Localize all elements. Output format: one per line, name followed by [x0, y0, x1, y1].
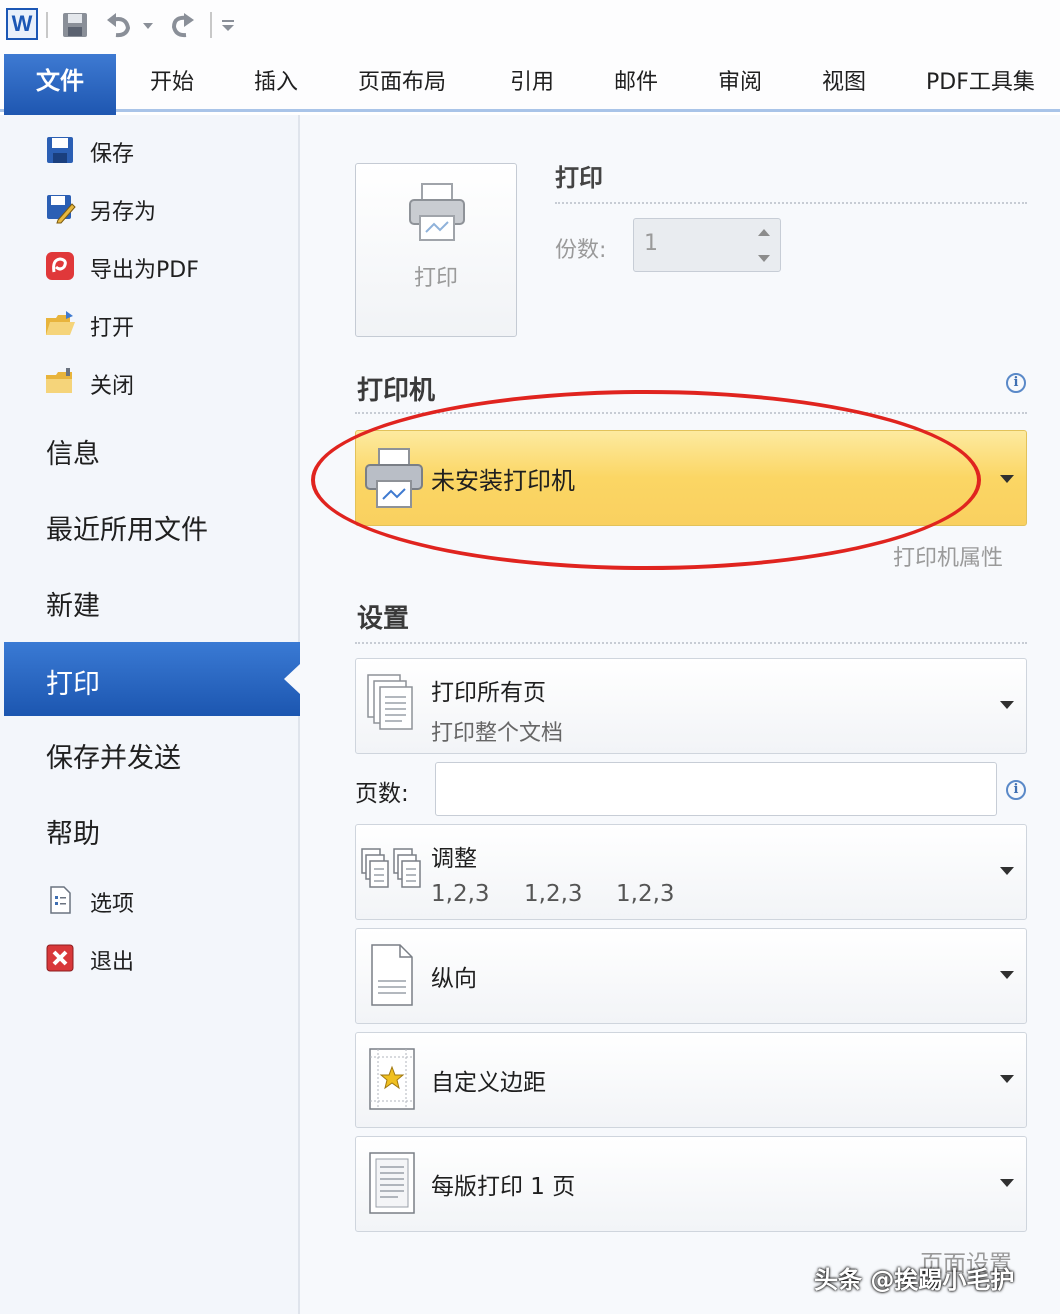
- single-page-icon: [369, 1152, 415, 1214]
- exit-icon: [46, 944, 74, 972]
- nav-open[interactable]: 打开: [44, 304, 284, 344]
- print-heading: 打印: [555, 164, 603, 192]
- chevron-down-icon: [1000, 867, 1014, 875]
- nav-tab-print[interactable]: 打印: [4, 642, 300, 716]
- copies-stepper[interactable]: 1: [633, 218, 781, 272]
- nav-exit[interactable]: 退出: [44, 938, 284, 978]
- save-as-icon: [47, 195, 76, 224]
- pages-input[interactable]: [435, 762, 997, 816]
- customize-toolbar-icon[interactable]: [218, 10, 238, 40]
- nav-close-label: 关闭: [90, 374, 135, 399]
- chevron-down-icon: [1000, 1075, 1014, 1083]
- pages-label: 页数:: [355, 781, 409, 807]
- nav-tab-print-label: 打印: [46, 669, 100, 700]
- close-folder-icon: [46, 368, 72, 393]
- tab-mailings[interactable]: 邮件: [614, 64, 658, 96]
- word-logo-icon[interactable]: W: [6, 8, 38, 40]
- pages-stack-icon: [367, 674, 413, 730]
- save-icon[interactable]: [60, 10, 90, 40]
- printer-heading: 打印机: [357, 376, 436, 406]
- portrait-page-icon: [371, 944, 413, 1006]
- copies-value: 1: [644, 231, 658, 256]
- settings-heading: 设置: [357, 604, 410, 634]
- copies-label: 份数:: [555, 238, 607, 263]
- nav-tab-help[interactable]: 帮助: [46, 812, 100, 851]
- pages-per-sheet-dropdown[interactable]: 每版打印 1 页: [355, 1136, 1027, 1232]
- nav-save-as[interactable]: 另存为: [44, 188, 284, 228]
- info-icon[interactable]: i: [1006, 373, 1026, 393]
- ribbon-tab-row: 文件 开始 插入 页面布局 引用 邮件 审阅 视图 PDF工具集: [0, 50, 1060, 116]
- chevron-down-icon: [1000, 475, 1014, 483]
- printer-icon: [409, 183, 465, 241]
- toolbar-separator: [46, 12, 48, 38]
- nav-save-as-label: 另存为: [90, 200, 157, 225]
- collate-title: 调整: [431, 846, 477, 872]
- chevron-down-icon: [1000, 971, 1014, 979]
- chevron-down-icon: [1000, 1179, 1014, 1187]
- active-tab-notch: [284, 664, 300, 694]
- custom-margins-icon: [369, 1048, 415, 1110]
- nav-tab-recent[interactable]: 最近所用文件: [46, 508, 208, 547]
- tab-review[interactable]: 审阅: [718, 64, 762, 96]
- spin-down-icon[interactable]: [758, 255, 770, 262]
- tab-pdf-tools[interactable]: PDF工具集: [926, 64, 1035, 96]
- nav-tab-info[interactable]: 信息: [46, 432, 100, 471]
- chevron-down-icon: [1000, 701, 1014, 709]
- nav-close[interactable]: 关闭: [44, 362, 284, 402]
- tab-view[interactable]: 视图: [822, 64, 866, 96]
- tab-page-layout[interactable]: 页面布局: [358, 64, 446, 96]
- quick-access-toolbar: W: [0, 0, 1060, 50]
- export-pdf-icon: [46, 252, 74, 280]
- tab-home[interactable]: 开始: [150, 64, 194, 96]
- orientation-dropdown[interactable]: 纵向: [355, 928, 1027, 1024]
- tab-insert[interactable]: 插入: [254, 64, 298, 96]
- nav-export-pdf-label: 导出为PDF: [90, 258, 199, 283]
- undo-icon[interactable]: [104, 10, 134, 40]
- nav-options-label: 选项: [90, 892, 135, 917]
- watermark: 头条 @挨踢小毛护: [814, 1266, 1015, 1294]
- nav-exit-label: 退出: [90, 950, 135, 975]
- toolbar-separator: [210, 12, 212, 38]
- print-range-title: 打印所有页: [431, 680, 546, 706]
- tab-file[interactable]: 文件: [4, 54, 116, 116]
- print-range-subtitle: 打印整个文档: [431, 721, 564, 746]
- redo-icon[interactable]: [168, 10, 198, 40]
- info-icon[interactable]: i: [1006, 780, 1026, 800]
- nav-tab-new[interactable]: 新建: [46, 584, 100, 623]
- print-range-dropdown[interactable]: 打印所有页 打印整个文档: [355, 658, 1027, 754]
- margins-dropdown[interactable]: 自定义边距: [355, 1032, 1027, 1128]
- annotation-ellipse: [311, 390, 981, 570]
- nav-tab-save-send[interactable]: 保存并发送: [46, 736, 181, 775]
- open-folder-icon: [46, 311, 75, 335]
- collate-icon: [361, 848, 421, 888]
- undo-dropdown-icon[interactable]: [140, 10, 156, 40]
- nav-save[interactable]: 保存: [44, 130, 284, 170]
- margins-label: 自定义边距: [431, 1070, 546, 1096]
- nav-save-label: 保存: [90, 142, 135, 167]
- nav-options[interactable]: 选项: [44, 880, 284, 920]
- collate-dropdown[interactable]: 调整 1,2,3 1,2,3 1,2,3: [355, 824, 1027, 920]
- divider: [555, 202, 1027, 204]
- print-button-label: 打印: [413, 266, 458, 291]
- tab-references[interactable]: 引用: [510, 64, 554, 96]
- options-icon: [50, 886, 71, 914]
- collate-sequence: 1,2,3: [524, 881, 583, 907]
- spin-up-icon[interactable]: [758, 229, 770, 236]
- nav-open-label: 打开: [90, 316, 135, 341]
- pages-per-sheet-label: 每版打印 1 页: [431, 1174, 576, 1200]
- save-icon: [47, 137, 73, 163]
- nav-export-pdf[interactable]: 导出为PDF: [44, 246, 284, 286]
- printer-properties-link[interactable]: 打印机属性: [893, 540, 1003, 572]
- collate-sequence: 1,2,3: [616, 881, 675, 907]
- divider: [355, 642, 1027, 644]
- collate-sequence: 1,2,3: [431, 881, 490, 907]
- print-button[interactable]: 打印: [355, 163, 517, 337]
- orientation-label: 纵向: [431, 966, 477, 992]
